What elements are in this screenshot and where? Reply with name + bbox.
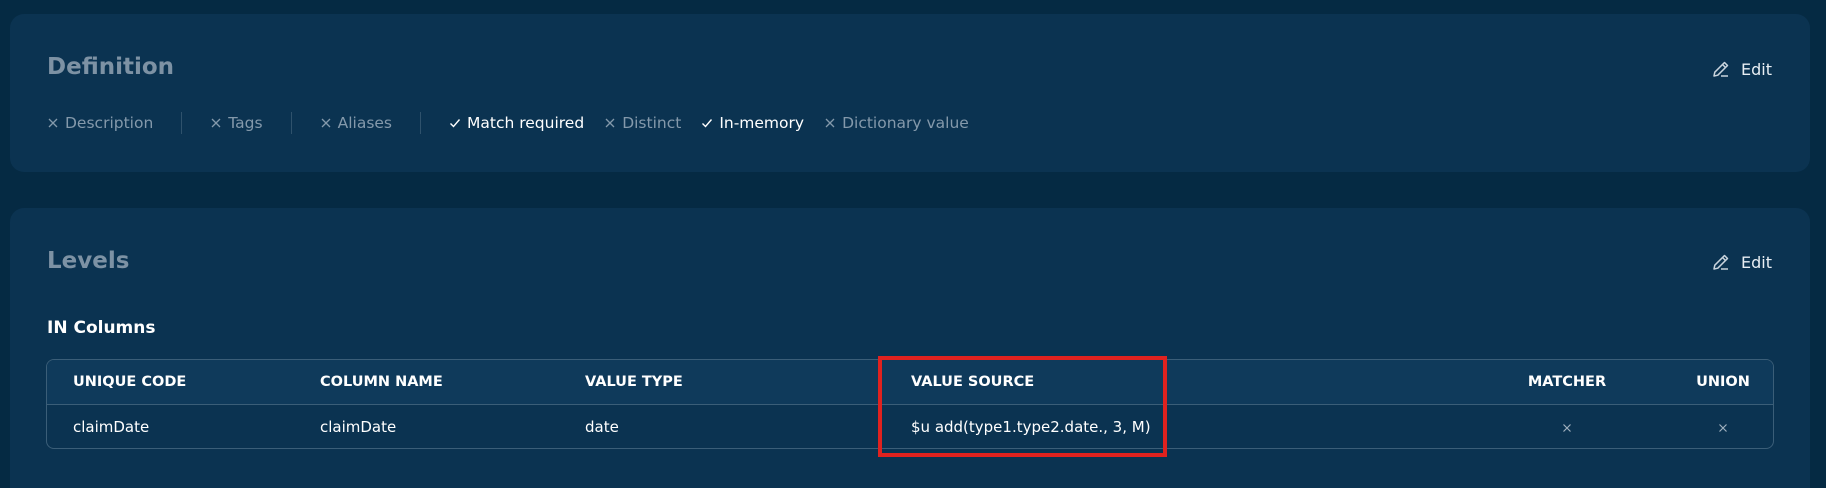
in-columns-table: UNIQUE CODE COLUMN NAME VALUE TYPE VALUE… — [46, 359, 1774, 449]
table-row[interactable]: claimDate claimDate date $u add(type1.ty… — [47, 405, 1773, 448]
cross-icon — [605, 118, 615, 128]
definition-title: Definition — [47, 54, 175, 80]
column-header-value-source[interactable]: VALUE SOURCE — [911, 360, 1034, 404]
cell-unique-code: claimDate — [73, 418, 150, 436]
check-icon — [450, 119, 461, 128]
flag-label: Distinct — [622, 114, 682, 132]
flag-tags: Tags — [210, 114, 263, 132]
divider — [181, 112, 183, 134]
cell-value-type: date — [585, 418, 619, 436]
flag-distinct: Distinct — [604, 114, 681, 132]
column-header-matcher[interactable]: MATCHER — [1527, 360, 1607, 404]
cross-icon — [48, 118, 58, 128]
pencil-icon — [1713, 61, 1729, 77]
definition-flags: Description Tags Aliases Match required … — [47, 112, 969, 134]
levels-edit-button[interactable]: Edit — [1711, 252, 1772, 272]
column-header-value-type[interactable]: VALUE TYPE — [585, 360, 683, 404]
flag-in-memory: In-memory — [701, 114, 804, 132]
flag-label: Description — [65, 114, 154, 132]
flag-label: Tags — [228, 114, 263, 132]
cross-icon — [321, 118, 331, 128]
in-columns-title: IN Columns — [47, 318, 156, 338]
check-icon — [702, 119, 713, 128]
cell-value-source: $u add(type1.type2.date., 3, M) — [911, 418, 1151, 436]
edit-label: Edit — [1741, 252, 1772, 272]
definition-edit-button[interactable]: Edit — [1711, 59, 1772, 79]
cross-icon — [825, 118, 835, 128]
column-header-column-name[interactable]: COLUMN NAME — [320, 360, 443, 404]
cross-icon — [1563, 423, 1571, 432]
table-header: UNIQUE CODE COLUMN NAME VALUE TYPE VALUE… — [47, 360, 1773, 405]
flag-label: Aliases — [337, 114, 393, 132]
flag-match-required: Match required — [449, 114, 584, 132]
levels-card: Levels Edit IN Columns UNIQUE CODE COLUM… — [10, 208, 1810, 488]
divider — [290, 112, 292, 134]
flag-label: Dictionary value — [842, 114, 969, 132]
definition-card: Definition Edit Description Tags Aliases… — [10, 14, 1810, 172]
flag-label: Match required — [467, 114, 585, 132]
cell-column-name: claimDate — [320, 418, 397, 436]
divider — [420, 112, 422, 134]
levels-title: Levels — [47, 248, 130, 274]
cell-union — [1683, 405, 1763, 448]
flag-label: In-memory — [719, 114, 805, 132]
pencil-icon — [1713, 254, 1729, 270]
column-header-unique-code[interactable]: UNIQUE CODE — [73, 360, 186, 404]
edit-label: Edit — [1741, 59, 1772, 79]
cross-icon — [211, 118, 221, 128]
cell-matcher — [1527, 405, 1607, 448]
column-header-union[interactable]: UNION — [1683, 360, 1763, 404]
flag-dictionary-value: Dictionary value — [824, 114, 969, 132]
flag-aliases: Aliases — [320, 114, 392, 132]
cross-icon — [1719, 423, 1727, 432]
flag-description: Description — [47, 114, 153, 132]
